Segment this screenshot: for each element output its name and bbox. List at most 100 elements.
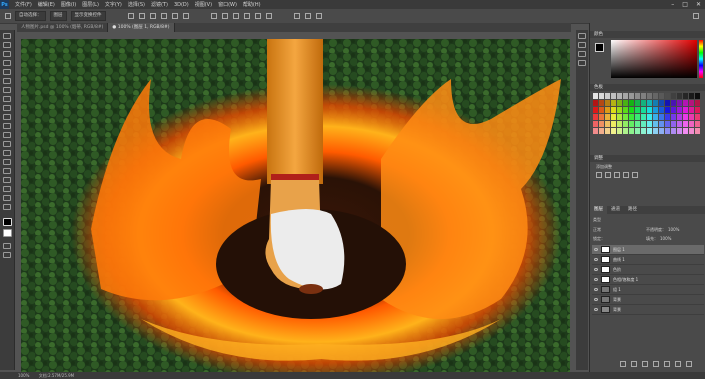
eye-icon[interactable] bbox=[594, 258, 598, 261]
swatch-chip[interactable] bbox=[695, 93, 700, 99]
opacity-value[interactable]: 100% bbox=[668, 227, 679, 233]
swatch-chip[interactable] bbox=[623, 107, 628, 113]
swatch-chip[interactable] bbox=[677, 107, 682, 113]
color-panel-header[interactable]: 颜色 bbox=[590, 31, 705, 38]
fill-value[interactable]: 100% bbox=[660, 236, 671, 242]
swatch-chip[interactable] bbox=[671, 114, 676, 120]
layer-row[interactable]: 背景 bbox=[592, 295, 704, 305]
eye-icon[interactable] bbox=[594, 298, 598, 301]
swatch-chip[interactable] bbox=[629, 93, 634, 99]
distribute-right-icon[interactable] bbox=[265, 13, 272, 19]
blend-mode-select[interactable]: 正常 bbox=[593, 227, 601, 233]
distribute-left-icon[interactable] bbox=[243, 13, 250, 19]
quick-select-tool-icon[interactable] bbox=[3, 60, 11, 66]
swatch-chip[interactable] bbox=[647, 121, 652, 127]
swatch-chip[interactable] bbox=[641, 100, 646, 106]
foreground-color-icon[interactable] bbox=[2, 218, 12, 226]
swatch-chip[interactable] bbox=[677, 100, 682, 106]
vibrance-icon[interactable] bbox=[632, 172, 638, 178]
tab-layers[interactable]: 图层 bbox=[590, 206, 607, 214]
swatch-chip[interactable] bbox=[677, 93, 682, 99]
swatch-chip[interactable] bbox=[641, 107, 646, 113]
swatch-chip[interactable] bbox=[689, 93, 694, 99]
swatch-chip[interactable] bbox=[677, 128, 682, 134]
dodge-tool-icon[interactable] bbox=[3, 150, 11, 156]
swatch-chip[interactable] bbox=[593, 100, 598, 106]
tab-document-1[interactable]: 人物图片.psd @ 100% (烟蒂, RGB/8#) bbox=[17, 23, 109, 32]
swatch-chip[interactable] bbox=[629, 114, 634, 120]
brightness-icon[interactable] bbox=[596, 172, 602, 178]
tab-channels[interactable]: 通道 bbox=[607, 206, 624, 214]
swatch-chip[interactable] bbox=[611, 100, 616, 106]
search-icon[interactable] bbox=[693, 13, 699, 19]
tab-document-2[interactable]: ● 100% (图层 1, RGB/8#) bbox=[108, 23, 175, 32]
brush-tool-icon[interactable] bbox=[3, 96, 11, 102]
swatch-chip[interactable] bbox=[599, 114, 604, 120]
swatches-panel-header[interactable]: 色板 bbox=[590, 84, 705, 91]
paragraph-icon[interactable] bbox=[578, 60, 586, 66]
swatch-chip[interactable] bbox=[599, 121, 604, 127]
layer-row[interactable]: 色相/饱和度 1 bbox=[592, 275, 704, 285]
layer-row[interactable]: 组 1 bbox=[592, 285, 704, 295]
layer-row[interactable]: 图层 1 bbox=[592, 245, 704, 255]
target-select[interactable]: 图层 bbox=[49, 11, 67, 21]
swatch-chip[interactable] bbox=[599, 100, 604, 106]
swatch-chip[interactable] bbox=[605, 114, 610, 120]
swatch-chip[interactable] bbox=[677, 121, 682, 127]
history-brush-tool-icon[interactable] bbox=[3, 114, 11, 120]
pen-tool-icon[interactable] bbox=[3, 159, 11, 165]
fill-control[interactable]: 填充： 100% bbox=[646, 236, 671, 242]
adjustments-panel-header[interactable]: 调整 bbox=[590, 155, 705, 162]
show-transform-checkbox[interactable]: 显示变换控件 bbox=[70, 11, 106, 21]
3d-rotate-icon[interactable] bbox=[304, 13, 311, 19]
close-icon[interactable]: ✕ bbox=[696, 1, 701, 8]
align-left-icon[interactable] bbox=[160, 13, 167, 19]
swatch-chip[interactable] bbox=[599, 128, 604, 134]
swatch-chip[interactable] bbox=[665, 121, 670, 127]
move-tool-icon[interactable] bbox=[5, 13, 11, 19]
eyedropper-tool-icon[interactable] bbox=[3, 78, 11, 84]
swatch-chip[interactable] bbox=[635, 128, 640, 134]
menu-select[interactable]: 选择(S) bbox=[128, 1, 145, 8]
swatch-chip[interactable] bbox=[593, 128, 598, 134]
swatch-chip[interactable] bbox=[689, 100, 694, 106]
swatch-chip[interactable] bbox=[659, 128, 664, 134]
foreground-swatch[interactable] bbox=[595, 43, 604, 52]
swatch-chip[interactable] bbox=[647, 93, 652, 99]
3d-pan-icon[interactable] bbox=[315, 13, 322, 19]
character-icon[interactable] bbox=[578, 51, 586, 57]
swatch-chip[interactable] bbox=[671, 121, 676, 127]
swatch-chip[interactable] bbox=[689, 107, 694, 113]
swatch-chip[interactable] bbox=[683, 114, 688, 120]
swatch-chip[interactable] bbox=[617, 114, 622, 120]
swatch-chip[interactable] bbox=[653, 93, 658, 99]
swatch-chip[interactable] bbox=[665, 100, 670, 106]
swatch-chip[interactable] bbox=[617, 93, 622, 99]
distribute-bottom-icon[interactable] bbox=[232, 13, 239, 19]
hand-tool-icon[interactable] bbox=[3, 195, 11, 201]
swatches-grid[interactable] bbox=[593, 93, 703, 139]
swatch-chip[interactable] bbox=[683, 107, 688, 113]
layer-row[interactable]: 背景 bbox=[592, 305, 704, 315]
swatch-chip[interactable] bbox=[611, 107, 616, 113]
shape-tool-icon[interactable] bbox=[3, 186, 11, 192]
swatch-chip[interactable] bbox=[647, 114, 652, 120]
swatch-chip[interactable] bbox=[671, 128, 676, 134]
swatch-chip[interactable] bbox=[641, 128, 646, 134]
healing-tool-icon[interactable] bbox=[3, 87, 11, 93]
fx-icon[interactable] bbox=[631, 361, 637, 367]
swatch-chip[interactable] bbox=[635, 100, 640, 106]
align-right-icon[interactable] bbox=[182, 13, 189, 19]
swatch-chip[interactable] bbox=[593, 114, 598, 120]
swatch-chip[interactable] bbox=[695, 128, 700, 134]
auto-select-checkbox[interactable]: 自动选择： bbox=[15, 11, 46, 21]
swatch-chip[interactable] bbox=[653, 128, 658, 134]
swatch-chip[interactable] bbox=[635, 93, 640, 99]
eye-icon[interactable] bbox=[594, 268, 598, 271]
swatch-chip[interactable] bbox=[653, 121, 658, 127]
swatch-chip[interactable] bbox=[689, 121, 694, 127]
mask-icon[interactable] bbox=[642, 361, 648, 367]
swatch-chip[interactable] bbox=[629, 100, 634, 106]
menu-view[interactable]: 视图(V) bbox=[195, 1, 212, 8]
link-icon[interactable] bbox=[620, 361, 626, 367]
